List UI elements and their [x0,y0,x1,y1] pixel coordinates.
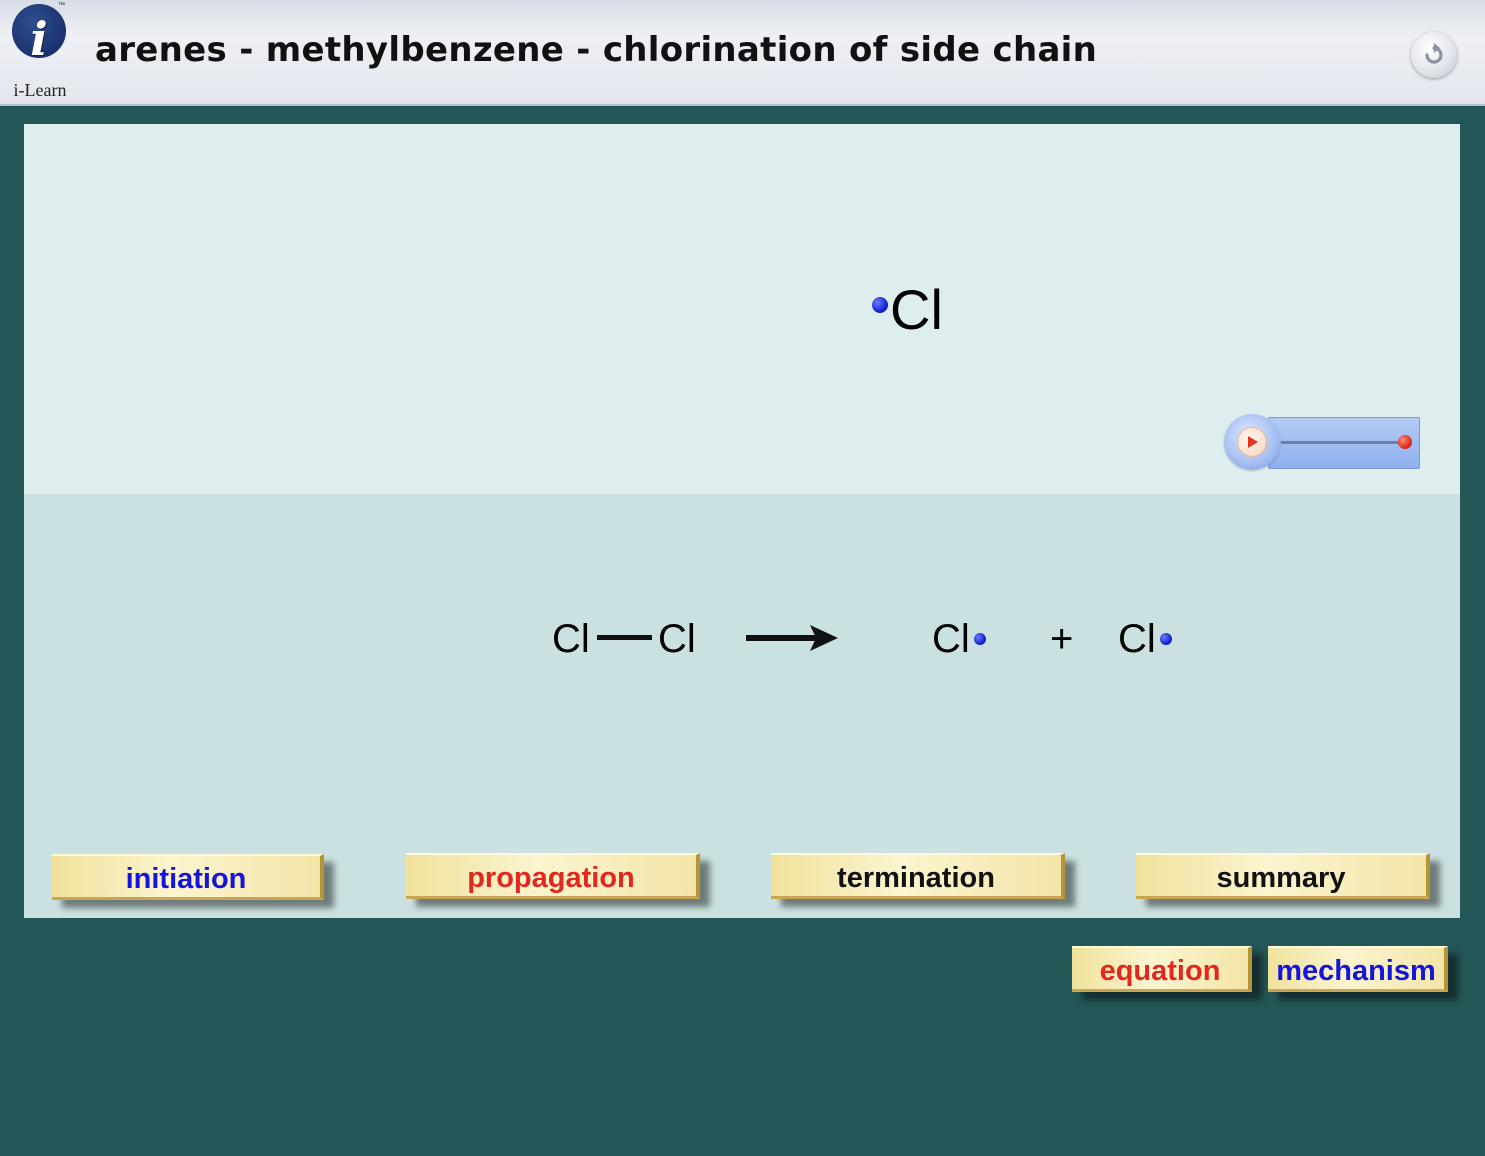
product-radical-2: Cl [1118,614,1172,664]
logo-text: i-Learn [13,80,67,100]
cl-cl-bond [597,635,652,640]
product-radical-1: Cl [932,614,986,664]
page-title: arenes - methylbenzene - chlorination of… [95,30,1098,70]
electron-dot-icon [974,633,986,645]
plus-sign: + [1050,617,1074,661]
equation-button[interactable]: equation [1072,946,1252,992]
propagation-button[interactable]: propagation [406,853,700,899]
player-progress-line [1281,441,1405,444]
reactant-cl-left: Cl [552,617,590,661]
summary-button[interactable]: summary [1136,853,1430,899]
product-radical-2-symbol: Cl [1118,617,1156,661]
mechanism-button[interactable]: mechanism [1268,946,1448,992]
logo-trademark: ™ [58,2,65,9]
reset-icon [1425,43,1443,64]
animation-display-area: Cl [24,124,1460,494]
reaction-arrow-icon [746,625,838,651]
i-learn-logo: i ™ i-Learn [8,2,74,102]
animation-player[interactable] [1224,414,1420,474]
termination-button[interactable]: termination [771,853,1065,899]
animation-stage: Cl Cl Cl Cl + Cl initiation propagation [24,124,1460,918]
reactant-cl-right: Cl [658,617,696,661]
electron-dot-icon [1160,633,1172,645]
chlorine-radical-symbol: Cl [890,278,943,341]
play-icon [1237,427,1267,457]
logo-letter: i [30,12,48,66]
electron-dot-icon [872,297,888,313]
header-bar: i ™ i-Learn arenes - methylbenzene - chl… [0,0,1485,106]
play-button[interactable] [1224,414,1280,470]
player-progress-track[interactable] [1268,417,1420,469]
product-radical-1-symbol: Cl [932,617,970,661]
initiation-button[interactable]: initiation [52,854,324,900]
reset-button[interactable] [1411,32,1457,78]
player-progress-knob[interactable] [1398,435,1412,449]
